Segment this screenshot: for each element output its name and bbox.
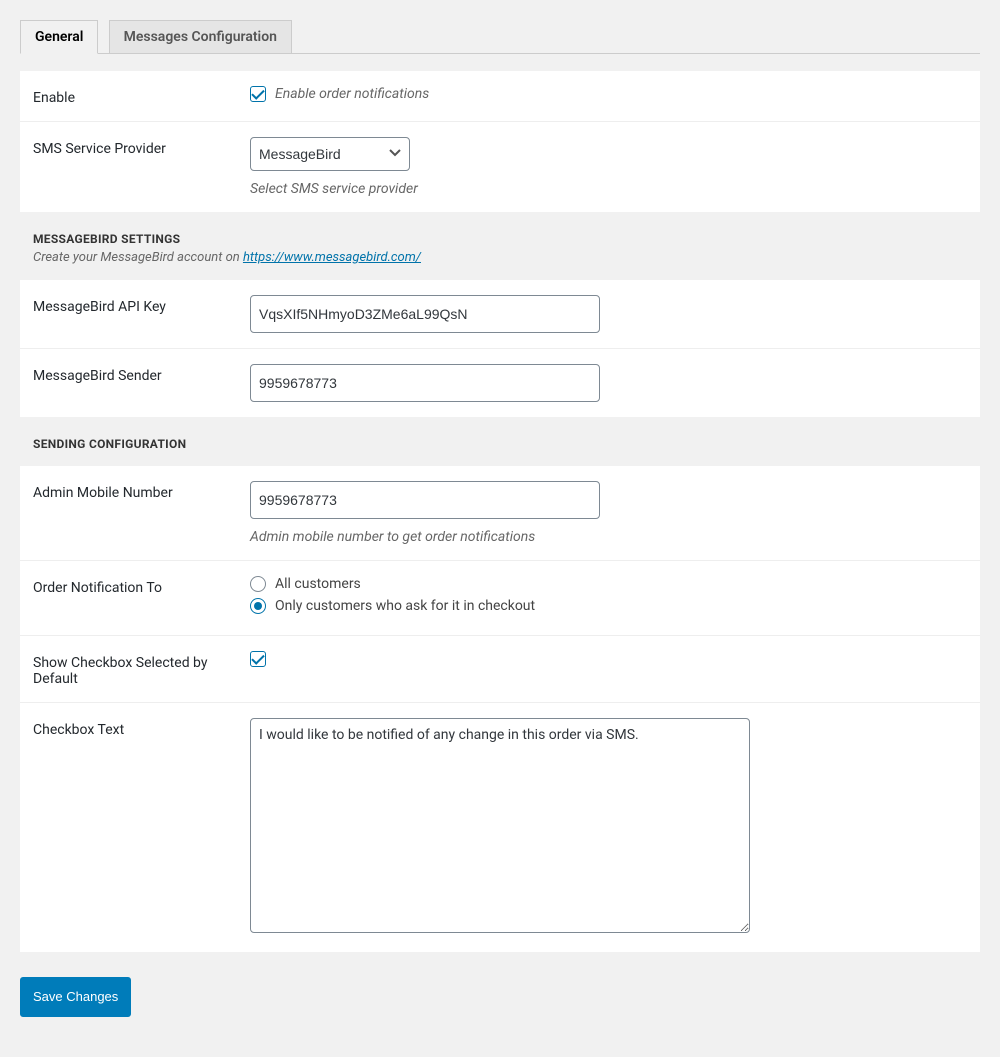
notify-all-radio[interactable] bbox=[250, 576, 266, 592]
messagebird-section-title: MESSAGEBIRD SETTINGS bbox=[33, 232, 967, 246]
save-button[interactable]: Save Changes bbox=[20, 977, 131, 1017]
notify-all-label: All customers bbox=[275, 576, 361, 592]
show-checkbox-default[interactable] bbox=[250, 651, 266, 667]
sender-input[interactable] bbox=[250, 364, 600, 402]
notify-ask-radio[interactable] bbox=[250, 598, 266, 614]
tab-nav: General Messages Configuration bbox=[20, 20, 980, 54]
notify-to-label: Order Notification To bbox=[33, 576, 250, 596]
api-key-label: MessageBird API Key bbox=[33, 295, 250, 315]
messagebird-section-header: MESSAGEBIRD SETTINGS Create your Message… bbox=[20, 212, 980, 280]
enable-label: Enable bbox=[33, 86, 250, 106]
provider-select[interactable]: MessageBird bbox=[250, 137, 410, 171]
messagebird-subtitle-prefix: Create your MessageBird account on bbox=[33, 250, 243, 265]
provider-help: Select SMS service provider bbox=[250, 181, 970, 197]
checkbox-text-textarea[interactable] bbox=[250, 718, 750, 933]
provider-label: SMS Service Provider bbox=[33, 137, 250, 157]
notify-ask-label: Only customers who ask for it in checkou… bbox=[275, 598, 535, 614]
show-checkbox-label: Show Checkbox Selected by Default bbox=[33, 651, 250, 687]
enable-checkbox[interactable] bbox=[250, 86, 266, 102]
tab-messages-configuration[interactable]: Messages Configuration bbox=[109, 20, 292, 53]
admin-mobile-input[interactable] bbox=[250, 481, 600, 519]
tab-general[interactable]: General bbox=[20, 20, 98, 54]
enable-desc: Enable order notifications bbox=[275, 86, 429, 102]
checkbox-text-label: Checkbox Text bbox=[33, 718, 250, 738]
admin-mobile-label: Admin Mobile Number bbox=[33, 481, 250, 501]
sending-section-header: SENDING CONFIGURATION bbox=[20, 417, 980, 466]
api-key-input[interactable] bbox=[250, 295, 600, 333]
admin-mobile-help: Admin mobile number to get order notific… bbox=[250, 529, 970, 545]
sender-label: MessageBird Sender bbox=[33, 364, 250, 384]
messagebird-link[interactable]: https://www.messagebird.com/ bbox=[243, 250, 421, 265]
sending-section-title: SENDING CONFIGURATION bbox=[33, 437, 967, 451]
